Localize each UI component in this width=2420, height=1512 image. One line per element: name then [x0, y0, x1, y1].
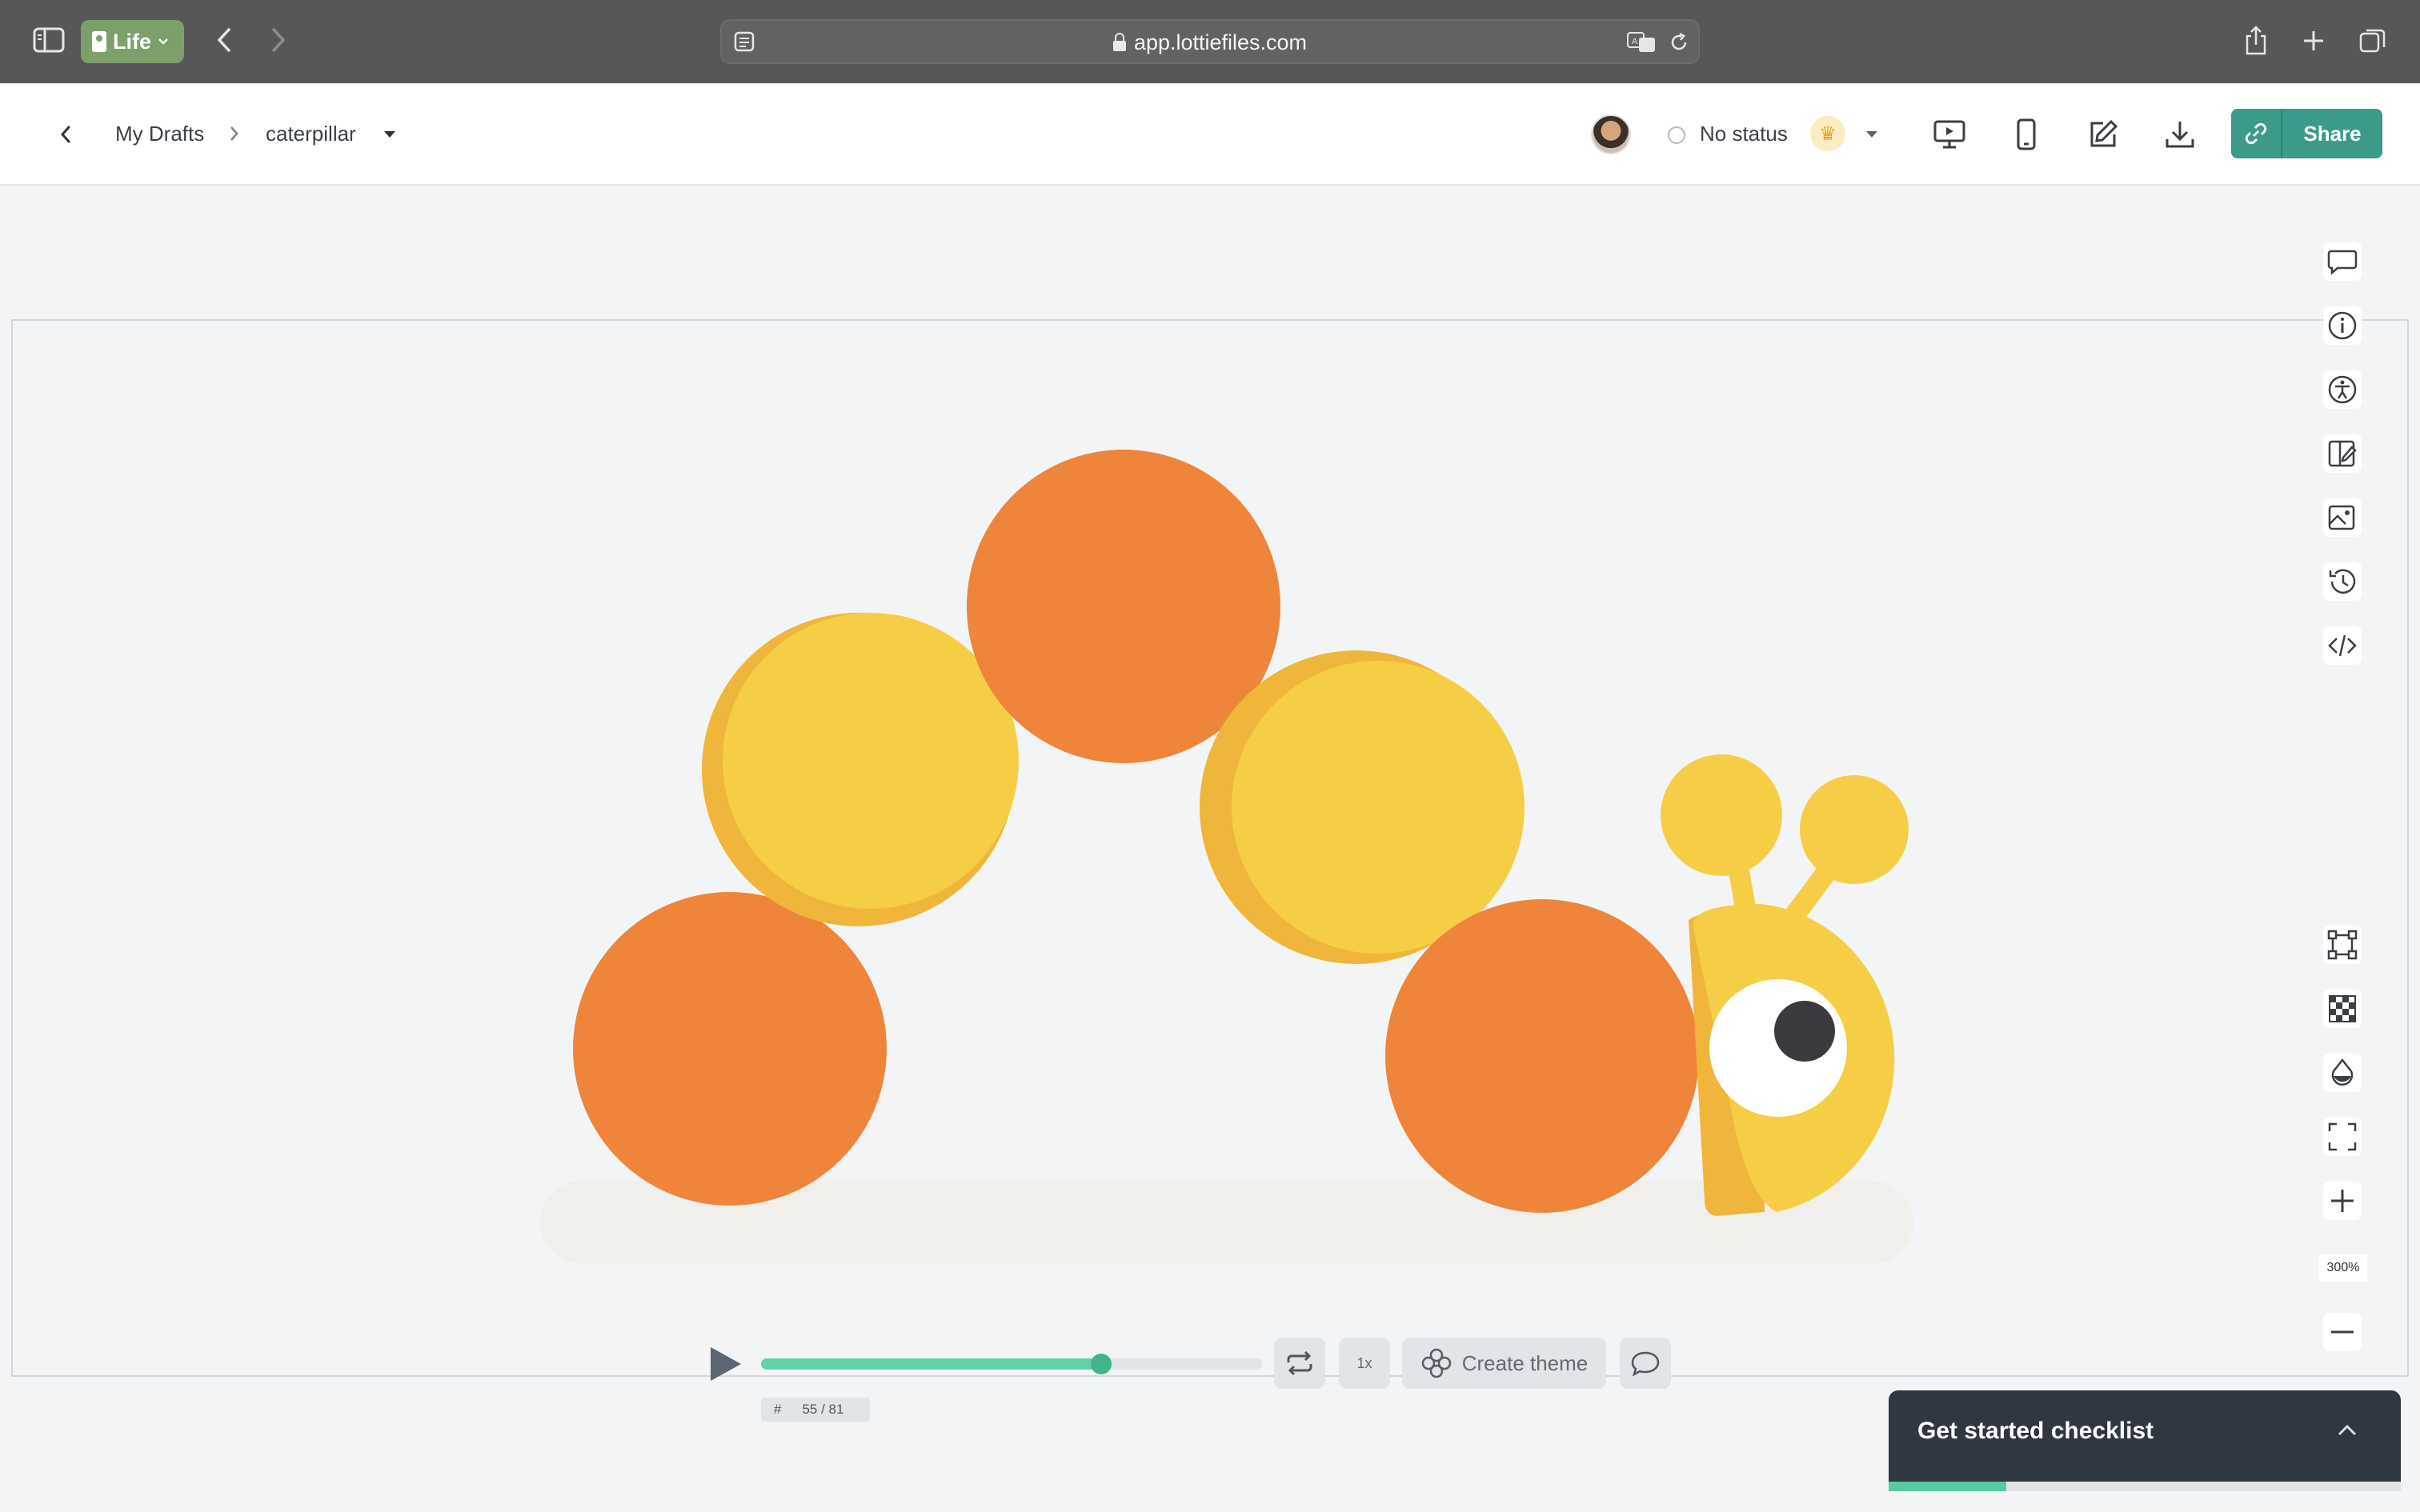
fit-to-screen-icon[interactable] — [2323, 1118, 2362, 1156]
timeline-handle[interactable] — [1091, 1354, 1112, 1374]
checklist-progress-bar — [1889, 1482, 2401, 1491]
image-edit-icon[interactable] — [2323, 498, 2362, 537]
zoom-level: 300% — [2319, 1254, 2367, 1282]
play-icon[interactable] — [704, 1344, 744, 1384]
timeline-slider[interactable] — [761, 1354, 1262, 1374]
antenna-ball-left — [1661, 754, 1782, 876]
caterpillar-animation — [540, 450, 1913, 1264]
history-icon[interactable] — [2323, 562, 2362, 601]
eye-pupil — [1774, 1001, 1835, 1062]
create-theme-button[interactable]: Create theme — [1402, 1338, 1606, 1389]
body-segment-orange-right — [1385, 899, 1699, 1213]
speed-button[interactable]: 1x — [1339, 1338, 1390, 1389]
create-theme-label: Create theme — [1461, 1350, 1589, 1375]
frame-value: 55 / 81 — [802, 1402, 844, 1417]
background-color-icon[interactable] — [2323, 1054, 2362, 1092]
checklist-title: Get started checklist — [1917, 1418, 2154, 1444]
frame-hash: # — [774, 1402, 782, 1417]
accessibility-icon[interactable] — [2323, 370, 2362, 409]
comments-icon[interactable] — [2323, 242, 2362, 281]
loop-toggle-button[interactable] — [1274, 1338, 1325, 1389]
loop-icon — [1287, 1350, 1312, 1376]
body-segment-yellow-right — [1232, 661, 1525, 954]
checklist-progress-fill — [1889, 1482, 2007, 1491]
comment-icon — [1631, 1351, 1660, 1377]
body-segment-yellow-left — [723, 613, 1019, 909]
zoom-out-icon[interactable] — [2323, 1313, 2362, 1351]
theme-flower-icon — [1421, 1348, 1451, 1378]
layers-edit-icon[interactable] — [2323, 434, 2362, 473]
code-icon[interactable] — [2323, 626, 2362, 665]
zoom-in-icon[interactable] — [2323, 1182, 2362, 1220]
chevron-up-icon[interactable] — [2335, 1422, 2359, 1438]
get-started-checklist[interactable]: Get started checklist — [1889, 1390, 2401, 1491]
body-segment-orange-left — [573, 892, 887, 1206]
frame-counter: # 55 / 81 — [761, 1398, 870, 1422]
info-icon[interactable] — [2323, 306, 2362, 345]
antenna-ball-right — [1800, 775, 1909, 884]
transparency-grid-icon[interactable] — [2323, 990, 2362, 1028]
bounding-box-icon[interactable] — [2323, 926, 2362, 964]
timeline-progress — [761, 1358, 1102, 1370]
speed-label: 1x — [1356, 1354, 1372, 1371]
comment-button[interactable] — [1620, 1338, 1671, 1389]
